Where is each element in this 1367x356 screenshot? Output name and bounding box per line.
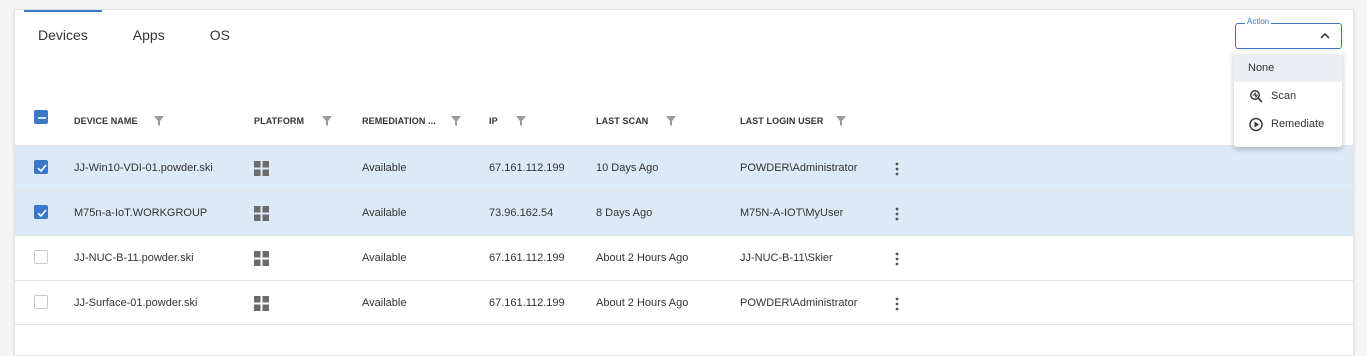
- last-login-user-cell: JJ-NUC-B-11\Skier: [740, 252, 833, 264]
- filter-icon[interactable]: [322, 116, 333, 126]
- table-row[interactable]: M75n-a-IoT.WORKGROUP Available 73.96.162…: [15, 190, 1353, 235]
- device-name-cell[interactable]: M75n-a-IoT.WORKGROUP: [74, 191, 207, 235]
- column-remediation-label: REMEDIATION ...: [362, 116, 436, 126]
- column-platform-label: PLATFORM: [254, 116, 305, 126]
- filter-icon[interactable]: [153, 116, 164, 126]
- select-all-checkbox[interactable]: [34, 110, 48, 124]
- column-last-login-user-label: LAST LOGIN USER: [740, 116, 824, 126]
- menu-item-remediate-label: Remediate: [1271, 118, 1325, 130]
- table-row[interactable]: JJ-NUC-B-11.powder.ski Available 67.161.…: [15, 235, 1353, 280]
- scan-icon: [1249, 89, 1263, 103]
- menu-item-remediate[interactable]: Remediate: [1234, 110, 1342, 138]
- device-name-cell[interactable]: JJ-Surface-01.powder.ski: [74, 281, 198, 325]
- more-vert-icon[interactable]: [894, 252, 900, 266]
- column-last-scan: LAST SCAN: [596, 103, 677, 139]
- remediation-cell: Available: [362, 252, 407, 264]
- last-scan-cell: About 2 Hours Ago: [596, 252, 689, 264]
- column-last-scan-label: LAST SCAN: [596, 116, 649, 126]
- menu-item-scan-label: Scan: [1271, 90, 1297, 102]
- table-row[interactable]: JJ-Surface-01.powder.ski Available 67.16…: [15, 280, 1353, 325]
- row-checkbox[interactable]: [34, 295, 48, 309]
- remediate-icon: [1249, 117, 1263, 132]
- last-scan-cell: 10 Days Ago: [596, 162, 659, 174]
- action-legend: Action: [1245, 17, 1272, 27]
- filter-icon[interactable]: [515, 116, 526, 126]
- ip-cell: 67.161.112.199: [489, 297, 565, 309]
- column-last-login-user: LAST LOGIN USER: [740, 103, 846, 139]
- tab-apps[interactable]: Apps: [119, 10, 179, 60]
- more-vert-icon[interactable]: [894, 162, 900, 176]
- windows-icon: [254, 206, 269, 221]
- action-menu: None Scan Remediate: [1234, 51, 1342, 147]
- column-remediation: REMEDIATION ...: [362, 103, 461, 139]
- last-scan-cell: About 2 Hours Ago: [596, 297, 689, 309]
- row-checkbox[interactable]: [34, 205, 48, 219]
- ip-cell: 67.161.112.199: [489, 162, 565, 174]
- chevron-up-icon: [1320, 32, 1330, 39]
- windows-icon: [254, 251, 269, 266]
- column-platform: PLATFORM: [254, 103, 333, 139]
- menu-item-scan[interactable]: Scan: [1234, 82, 1342, 110]
- remediation-cell: Available: [362, 297, 407, 309]
- action-select[interactable]: Action: [1235, 17, 1342, 49]
- tab-os[interactable]: OS: [196, 10, 244, 60]
- windows-icon: [254, 161, 269, 176]
- filter-icon[interactable]: [666, 116, 677, 126]
- filter-icon[interactable]: [450, 116, 461, 126]
- more-vert-icon[interactable]: [894, 297, 900, 311]
- column-device-name-label: DEVICE NAME: [74, 116, 138, 126]
- column-ip-label: IP: [489, 116, 498, 126]
- remediation-cell: Available: [362, 207, 407, 219]
- device-name-cell[interactable]: JJ-NUC-B-11.powder.ski: [74, 236, 194, 280]
- tab-bar: Devices Apps OS: [24, 10, 261, 60]
- row-checkbox[interactable]: [34, 160, 48, 174]
- remediation-cell: Available: [362, 162, 407, 174]
- more-vert-icon[interactable]: [894, 207, 900, 221]
- ip-cell: 73.96.162.54: [489, 207, 554, 219]
- devices-card: Devices Apps OS Action DEVICE NAME PLATF…: [14, 9, 1354, 356]
- row-checkbox[interactable]: [34, 250, 48, 264]
- table-row[interactable]: JJ-Win10-VDI-01.powder.ski Available 67.…: [15, 145, 1353, 190]
- table-header: DEVICE NAME PLATFORM REMEDIATION ... IP …: [15, 103, 1353, 143]
- ip-cell: 67.161.112.199: [489, 252, 565, 264]
- filter-icon[interactable]: [835, 116, 846, 126]
- windows-icon: [254, 296, 269, 311]
- tab-devices[interactable]: Devices: [24, 10, 102, 60]
- last-scan-cell: 8 Days Ago: [596, 207, 653, 219]
- menu-item-none[interactable]: None: [1234, 54, 1342, 82]
- menu-item-none-label: None: [1248, 62, 1275, 74]
- last-login-user-cell: POWDER\Administrator: [740, 162, 858, 174]
- last-login-user-cell: POWDER\Administrator: [740, 297, 858, 309]
- column-ip: IP: [489, 103, 526, 139]
- last-login-user-cell: M75N-A-IOT\MyUser: [740, 207, 844, 219]
- column-device-name: DEVICE NAME: [74, 103, 164, 139]
- device-name-cell[interactable]: JJ-Win10-VDI-01.powder.ski: [74, 146, 213, 190]
